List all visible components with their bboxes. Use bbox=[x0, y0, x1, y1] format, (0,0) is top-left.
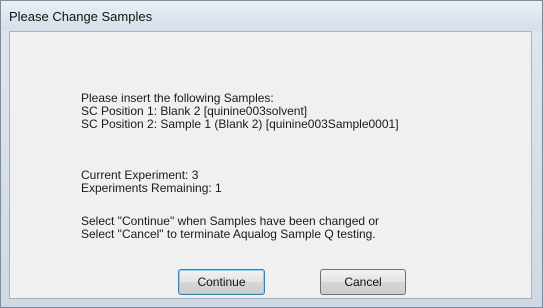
dialog-body: Please insert the following Samples: SC … bbox=[9, 31, 532, 299]
title-bar[interactable]: Please Change Samples bbox=[1, 1, 542, 31]
cancel-instruction-text: Select "Cancel" to terminate Aqualog Sam… bbox=[81, 227, 376, 241]
dialog-title: Please Change Samples bbox=[9, 9, 153, 24]
experiments-remaining-text: Experiments Remaining: 1 bbox=[81, 181, 222, 195]
continue-button[interactable]: Continue bbox=[178, 269, 265, 295]
dialog-window: Please Change Samples Please insert the … bbox=[0, 0, 543, 308]
sc-position-2-text: SC Position 2: Sample 1 (Blank 2) [quini… bbox=[81, 117, 399, 131]
cancel-button[interactable]: Cancel bbox=[320, 269, 406, 295]
